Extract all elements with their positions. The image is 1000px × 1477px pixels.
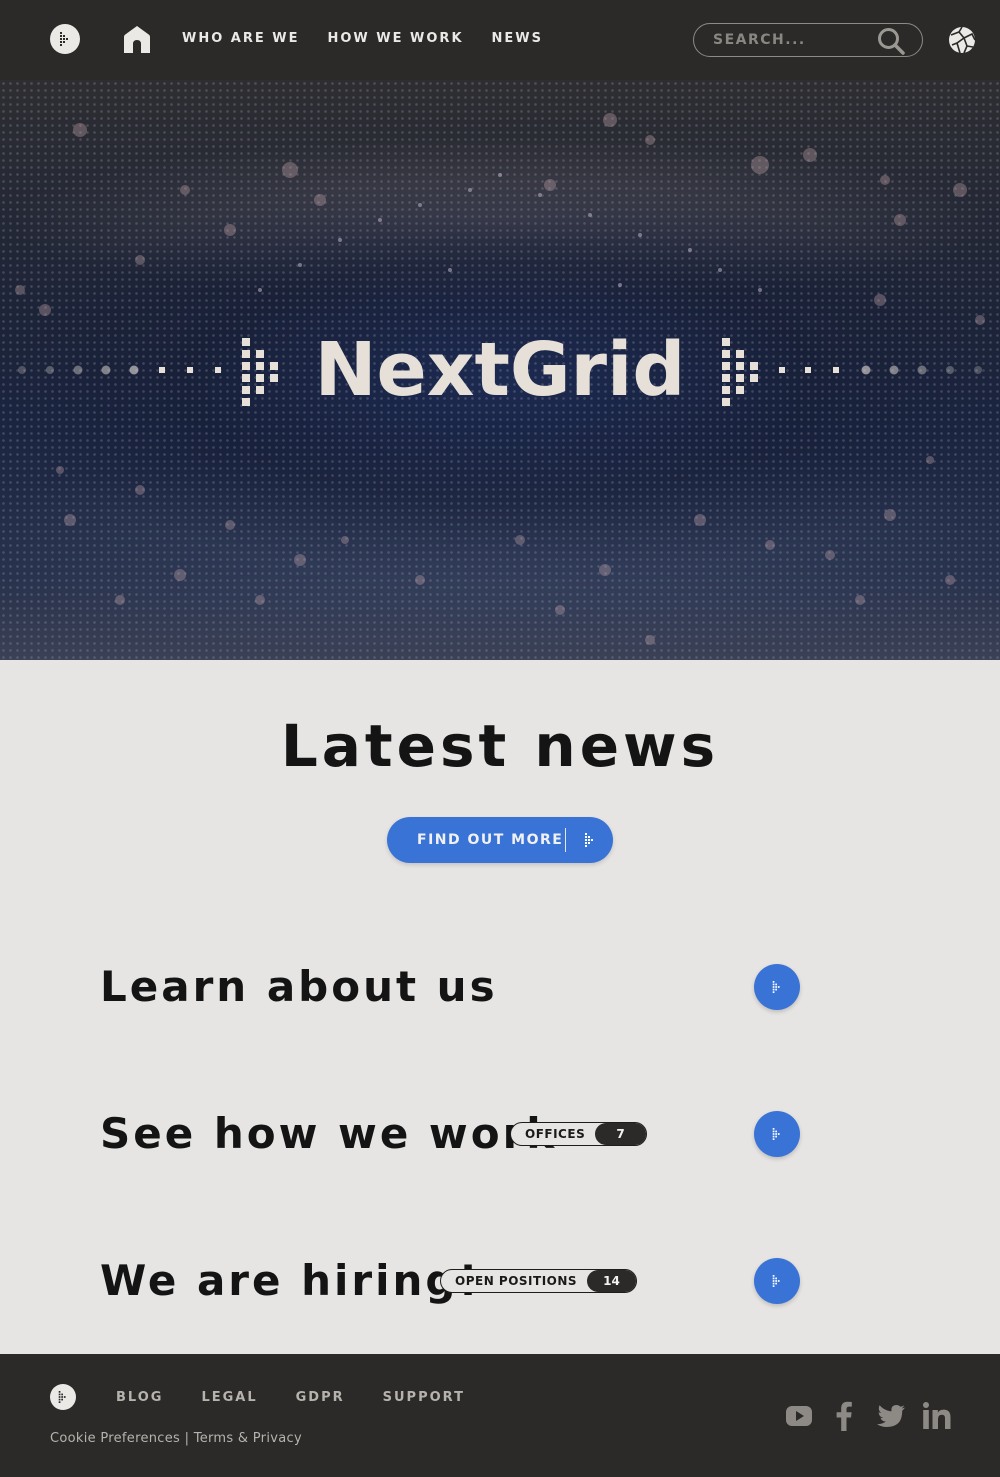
button-divider <box>565 828 566 852</box>
hero-banner: NextGrid <box>0 80 1000 660</box>
facebook-icon[interactable] <box>835 1401 853 1431</box>
footer-nav: BLOG LEGAL GDPR SUPPORT <box>116 1390 503 1405</box>
footer-legal-links: Cookie Preferences | Terms & Privacy <box>50 1431 302 1446</box>
site-header: WHO ARE WE HOW WE WORK NEWS <box>0 0 1000 80</box>
find-out-more-button[interactable]: FIND OUT MORE <box>387 817 613 863</box>
linkedin-icon[interactable] <box>922 1401 952 1431</box>
main-nav: WHO ARE WE HOW WE WORK NEWS <box>182 31 571 46</box>
learn-about-us-arrow-button[interactable] <box>754 964 800 1010</box>
see-how-we-work-row[interactable]: See how we work OFFICES 7 <box>100 1104 800 1164</box>
offices-badge: OFFICES 7 <box>510 1122 647 1146</box>
find-out-more-label: FIND OUT MORE <box>417 832 564 848</box>
row-title: Learn about us <box>100 962 498 1011</box>
grid-arrow-icon <box>583 833 597 847</box>
badge-count: 14 <box>587 1270 636 1292</box>
open-positions-badge: OPEN POSITIONS 14 <box>440 1269 637 1293</box>
nextgrid-logo-icon[interactable] <box>50 24 80 54</box>
see-how-we-work-arrow-button[interactable] <box>754 1111 800 1157</box>
latest-news-heading: Latest news <box>280 712 720 780</box>
badge-count: 7 <box>595 1123 646 1145</box>
search-box <box>693 23 923 57</box>
we-are-hiring-row[interactable]: We are hiring! OPEN POSITIONS 14 <box>100 1251 800 1311</box>
nextgrid-logo-icon[interactable] <box>50 1384 76 1410</box>
twitter-icon[interactable] <box>876 1404 906 1430</box>
grid-arrow-icon <box>771 1128 783 1140</box>
footer-link-gdpr[interactable]: GDPR <box>296 1390 345 1405</box>
footer-link-legal[interactable]: LEGAL <box>201 1390 257 1405</box>
globe-icon[interactable] <box>948 26 976 54</box>
nav-news[interactable]: NEWS <box>492 31 543 46</box>
terms-privacy-link[interactable]: Terms & Privacy <box>194 1431 302 1446</box>
badge-label: OFFICES <box>525 1127 586 1141</box>
site-footer: BLOG LEGAL GDPR SUPPORT Cookie Preferenc… <box>0 1354 1000 1477</box>
badge-label: OPEN POSITIONS <box>455 1274 578 1288</box>
legal-separator: | <box>184 1431 190 1446</box>
search-icon[interactable] <box>877 27 905 55</box>
footer-link-blog[interactable]: BLOG <box>116 1390 163 1405</box>
we-are-hiring-arrow-button[interactable] <box>754 1258 800 1304</box>
cookie-preferences-link[interactable]: Cookie Preferences <box>50 1431 180 1446</box>
hero-title-row: NextGrid <box>0 332 1000 408</box>
youtube-icon[interactable] <box>785 1403 813 1429</box>
grid-arrow-icon <box>771 981 783 993</box>
search-input[interactable] <box>713 32 883 48</box>
home-icon[interactable] <box>122 25 152 53</box>
footer-link-support[interactable]: SUPPORT <box>383 1390 465 1405</box>
nav-who-are-we[interactable]: WHO ARE WE <box>182 31 300 46</box>
hero-title: NextGrid <box>314 327 686 413</box>
learn-about-us-row[interactable]: Learn about us <box>100 957 800 1017</box>
row-title: We are hiring! <box>100 1256 481 1305</box>
nav-how-we-work[interactable]: HOW WE WORK <box>328 31 464 46</box>
grid-arrow-icon <box>771 1275 783 1287</box>
row-title: See how we work <box>100 1109 558 1158</box>
